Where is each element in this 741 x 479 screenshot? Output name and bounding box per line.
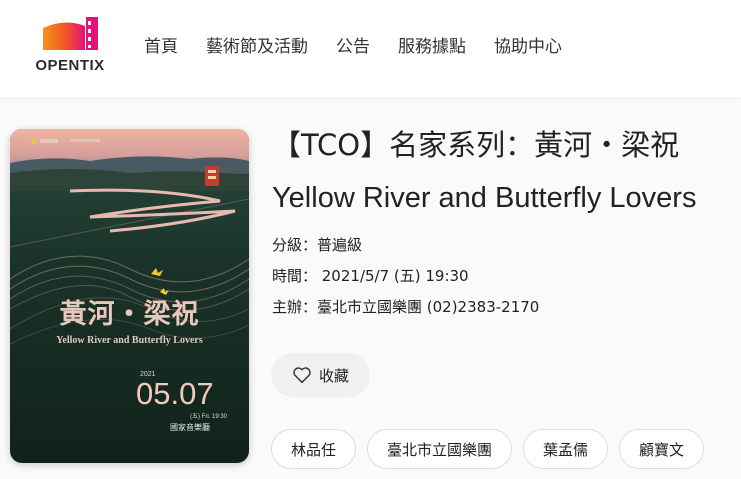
event-time: 時間： 2021/5/7 (五) 19:30	[272, 267, 469, 285]
event-poster: 黃河・梁祝 Yellow River and Butterfly Lovers …	[10, 129, 249, 463]
performer-tags: 林品任 臺北市立國樂團 葉孟儒 顧寶文	[271, 429, 715, 469]
event-subtitle: Yellow River and Butterfly Lovers	[272, 182, 697, 214]
main-nav: 首頁 藝術節及活動 公告 服務據點 協助中心	[144, 36, 590, 58]
tag-performer[interactable]: 林品任	[271, 429, 357, 469]
favorite-label: 收藏	[318, 366, 349, 385]
logo-icon	[43, 17, 98, 50]
nav-item-festivals-events[interactable]: 藝術節及活動	[206, 36, 308, 58]
event-organizer: 主辦：臺北市立國樂團 (02)2383-2170	[272, 298, 540, 316]
tag-performer[interactable]: 葉孟儒	[523, 429, 609, 469]
tag-performer[interactable]: 顧寶文	[619, 429, 705, 469]
logo-text: OPENTIX	[35, 57, 105, 74]
opentix-logo[interactable]: OPENTIX	[32, 14, 108, 76]
nav-item-announcements[interactable]: 公告	[336, 36, 370, 58]
poster-date: 05.07	[136, 376, 214, 411]
nav-item-service-locations[interactable]: 服務據點	[398, 36, 466, 58]
poster-title: 黃河・梁祝	[59, 299, 200, 330]
tag-orchestra[interactable]: 臺北市立國樂團	[367, 429, 513, 469]
nav-item-help-center[interactable]: 協助中心	[494, 36, 562, 58]
poster-venue: 國家音樂廳	[170, 423, 210, 432]
event-rating: 分級：普遍級	[272, 236, 363, 254]
nav-item-home[interactable]: 首頁	[144, 36, 178, 58]
poster-subtitle: Yellow River and Butterfly Lovers	[56, 335, 203, 346]
poster-time: (五) Fri. 19:30	[190, 414, 228, 420]
heart-icon	[293, 367, 311, 384]
event-title: 【TCO】名家系列：黃河・梁祝	[272, 128, 680, 162]
favorite-button[interactable]: 收藏	[271, 353, 370, 397]
site-header: OPENTIX 首頁 藝術節及活動 公告 服務據點 協助中心	[0, 0, 741, 97]
